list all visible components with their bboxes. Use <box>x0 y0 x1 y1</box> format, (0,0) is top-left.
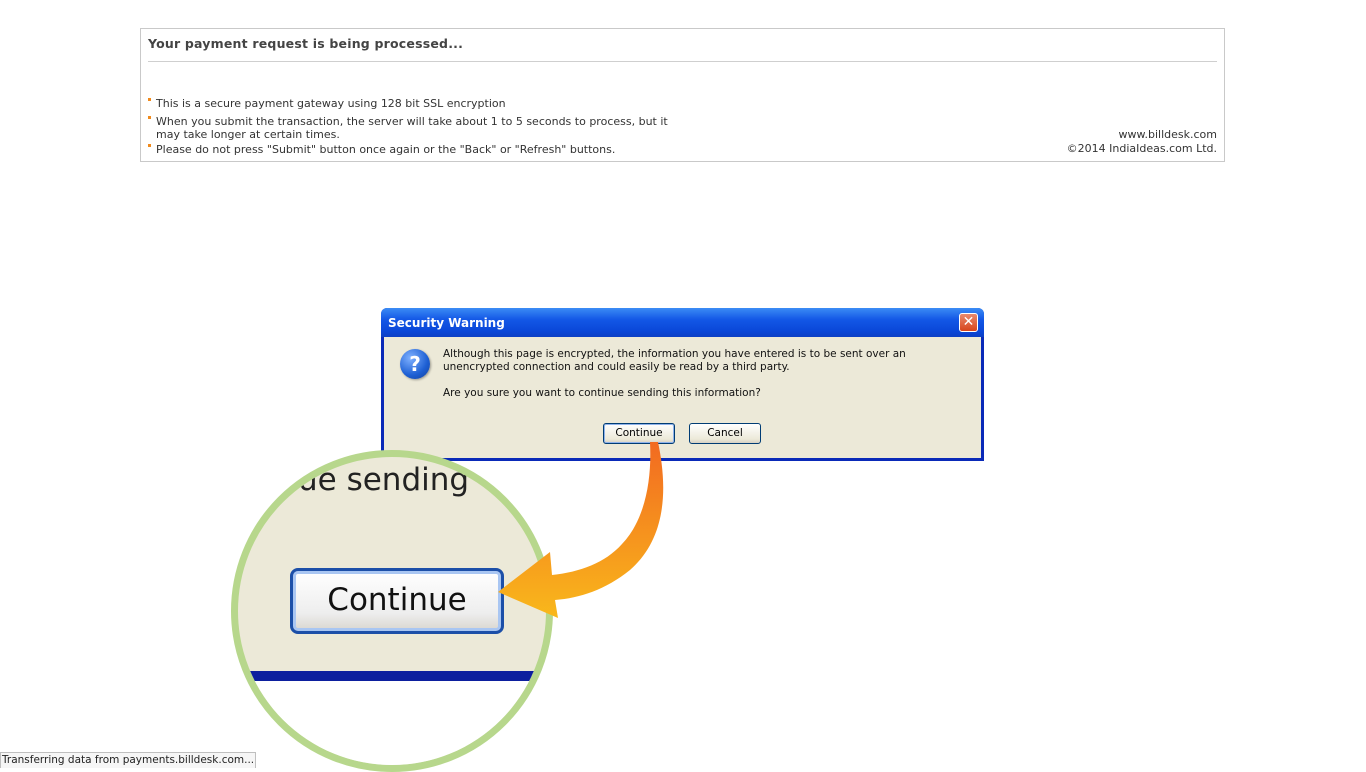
magnified-continue-button: Continue <box>290 568 504 634</box>
pointer-arrow-icon <box>498 442 664 618</box>
note-item: Please do not press "Submit" button once… <box>148 143 748 156</box>
question-icon: ? <box>400 349 430 379</box>
dialog-body: ? Although this page is encrypted, the i… <box>384 337 981 458</box>
bullet-icon <box>148 98 151 101</box>
magnified-text: ue sending <box>298 462 470 498</box>
dialog-message: Although this page is encrypted, the inf… <box>443 348 906 373</box>
copyright: ©2014 IndiaIdeas.com Ltd. <box>1066 142 1217 155</box>
note-item: When you submit the transaction, the ser… <box>148 115 748 141</box>
cancel-button[interactable]: Cancel <box>689 423 761 444</box>
browser-status-bar: Transferring data from payments.billdesk… <box>0 752 256 768</box>
bullet-icon <box>148 144 151 147</box>
security-warning-dialog: Security Warning ✕ ? Although this page … <box>381 308 984 461</box>
payment-title: Your payment request is being processed.… <box>148 36 464 51</box>
dialog-question: Are you sure you want to continue sendin… <box>443 387 761 399</box>
notes-list: This is a secure payment gateway using 1… <box>148 97 748 156</box>
magnified-background <box>238 681 546 765</box>
dialog-title: Security Warning <box>388 316 505 330</box>
close-icon[interactable]: ✕ <box>959 313 978 332</box>
note-item: This is a secure payment gateway using 1… <box>148 97 748 110</box>
dialog-titlebar[interactable]: Security Warning ✕ <box>381 308 984 337</box>
payment-status-panel: Your payment request is being processed.… <box>140 28 1225 162</box>
bullet-icon <box>148 116 151 119</box>
magnified-dialog-border <box>238 671 546 681</box>
site-url: www.billdesk.com <box>1118 128 1217 141</box>
arrow-shape <box>498 442 664 618</box>
divider <box>148 61 1217 62</box>
credits: www.billdesk.com ©2014 IndiaIdeas.com Lt… <box>1067 128 1217 156</box>
